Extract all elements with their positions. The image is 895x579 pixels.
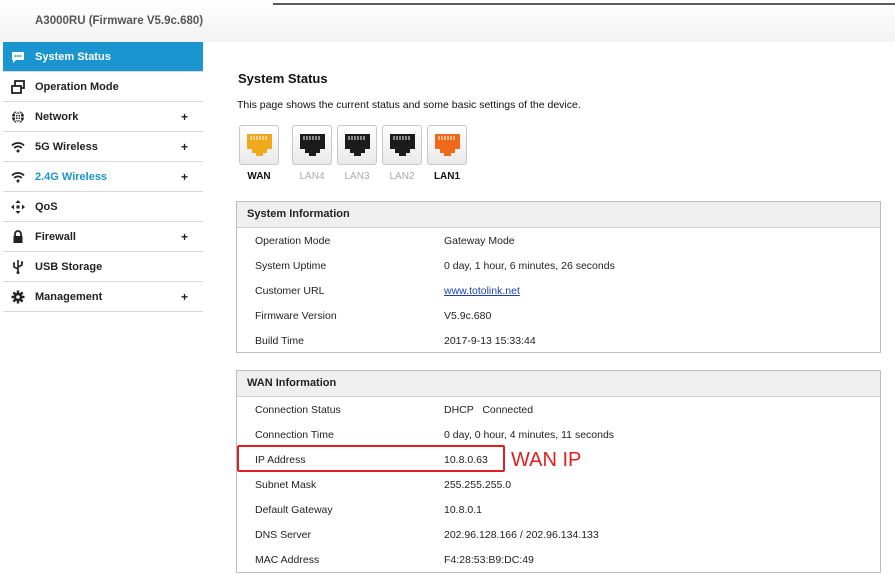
port-label-lan4: LAN4 [299, 171, 325, 182]
ethernet-port-icon [390, 134, 415, 156]
row-label: Connection Status [255, 404, 341, 416]
expand-icon[interactable]: + [181, 140, 188, 154]
sidebar-item-label: USB Storage [35, 260, 103, 273]
page-description: This page shows the current status and s… [237, 99, 581, 111]
port-lan2 [382, 125, 422, 165]
sidebar-item-label: 2.4G Wireless [35, 170, 108, 183]
row-label: System Uptime [255, 260, 327, 272]
gear-icon [11, 290, 25, 304]
expand-icon[interactable]: + [181, 230, 188, 244]
sidebar-item-label: 5G Wireless [35, 140, 98, 153]
info-row: Firmware Version V5.9c.680 [237, 303, 880, 328]
row-label: Operation Mode [255, 235, 331, 247]
port-label-wan: WAN [247, 171, 271, 182]
wifi-icon [11, 170, 25, 184]
device-title: A3000RU (Firmware V5.9c.680) [35, 15, 204, 27]
expand-icon[interactable]: + [181, 110, 188, 124]
row-value: 202.96.128.166 / 202.96.134.133 [444, 529, 599, 541]
info-row: Default Gateway 10.8.0.1 [237, 497, 880, 522]
info-row: Customer URL www.totolink.net [237, 278, 880, 303]
section-heading: System Information [237, 202, 880, 228]
sidebar-item-management[interactable]: Management + [3, 282, 203, 312]
wifi-icon [11, 140, 25, 154]
port-label-lan2: LAN2 [389, 171, 415, 182]
sidebar-item-label: System Status [35, 50, 111, 63]
header-divider [273, 3, 895, 5]
info-row: System Uptime 0 day, 1 hour, 6 minutes, … [237, 253, 880, 278]
row-value: 255.255.255.0 [444, 479, 512, 491]
row-label: DNS Server [255, 529, 312, 541]
sidebar-item-qos[interactable]: QoS [3, 192, 203, 222]
arrows-icon [11, 199, 25, 214]
row-label: Subnet Mask [255, 479, 317, 491]
section-heading: WAN Information [237, 371, 880, 397]
row-label: Firmware Version [255, 310, 337, 322]
sidebar-item-label: QoS [35, 200, 58, 213]
info-row: Connection Time 0 day, 0 hour, 4 minutes… [237, 422, 880, 447]
info-row: DNS Server 202.96.128.166 / 202.96.134.1… [237, 522, 880, 547]
row-value: F4:28:53:B9:DC:49 [444, 554, 534, 566]
row-label: Customer URL [255, 285, 325, 297]
info-row: Build Time 2017-9-13 15:33:44 [237, 328, 880, 353]
port-lan4 [292, 125, 332, 165]
row-value: DHCP Connected [444, 404, 534, 416]
row-value: 2017-9-13 15:33:44 [444, 335, 536, 347]
info-row: Operation Mode Gateway Mode [237, 228, 880, 253]
info-row: Subnet Mask 255.255.255.0 [237, 472, 880, 497]
expand-icon[interactable]: + [181, 290, 188, 304]
customer-url-link[interactable]: www.totolink.net [444, 285, 520, 297]
sidebar-item-5g-wireless[interactable]: 5G Wireless + [3, 132, 203, 162]
info-row: Connection Status DHCP Connected [237, 397, 880, 422]
row-value: Gateway Mode [444, 235, 515, 247]
port-label-lan3: LAN3 [344, 171, 370, 182]
windows-icon [11, 79, 25, 94]
sidebar: System Status Operation Mode Network + 5… [3, 42, 203, 312]
chat-icon [11, 50, 25, 64]
system-information-panel: System Information Operation Mode Gatewa… [236, 201, 881, 353]
row-value: 0 day, 0 hour, 4 minutes, 11 seconds [444, 429, 615, 441]
row-label: Default Gateway [255, 504, 333, 516]
ethernet-port-icon [345, 134, 370, 156]
row-label: Build Time [255, 335, 305, 347]
port-wan [239, 125, 279, 165]
port-lan3 [337, 125, 377, 165]
sidebar-item-24g-wireless[interactable]: 2.4G Wireless + [3, 162, 203, 192]
wan-ip-annotation: WAN IP [511, 449, 582, 471]
sidebar-item-system-status[interactable]: System Status [3, 42, 203, 72]
expand-icon[interactable]: + [181, 170, 188, 184]
sidebar-item-label: Firewall [35, 230, 76, 243]
ethernet-port-icon [300, 134, 325, 156]
ip-address-highlight [237, 445, 505, 472]
sidebar-item-usb-storage[interactable]: USB Storage [3, 252, 203, 282]
sidebar-item-network[interactable]: Network + [3, 102, 203, 132]
info-row: MAC Address F4:28:53:B9:DC:49 [237, 547, 880, 572]
sidebar-item-label: Network [35, 110, 79, 123]
ethernet-port-icon [435, 134, 460, 156]
sidebar-item-label: Management [35, 290, 103, 303]
row-label: MAC Address [255, 554, 320, 566]
sidebar-item-operation-mode[interactable]: Operation Mode [3, 72, 203, 102]
usb-icon [11, 259, 25, 274]
port-lan1 [427, 125, 467, 165]
lock-icon [11, 229, 25, 244]
sidebar-item-firewall[interactable]: Firewall + [3, 222, 203, 252]
globe-icon [11, 110, 25, 124]
row-value: 0 day, 1 hour, 6 minutes, 26 seconds [444, 260, 615, 272]
page-title: System Status [238, 71, 328, 86]
row-value: 10.8.0.1 [444, 504, 482, 516]
port-label-lan1: LAN1 [433, 171, 461, 182]
sidebar-item-label: Operation Mode [35, 80, 119, 93]
row-label: Connection Time [255, 429, 334, 441]
row-value: www.totolink.net [444, 285, 520, 297]
row-value: V5.9c.680 [444, 310, 492, 322]
ethernet-port-icon [247, 134, 272, 156]
